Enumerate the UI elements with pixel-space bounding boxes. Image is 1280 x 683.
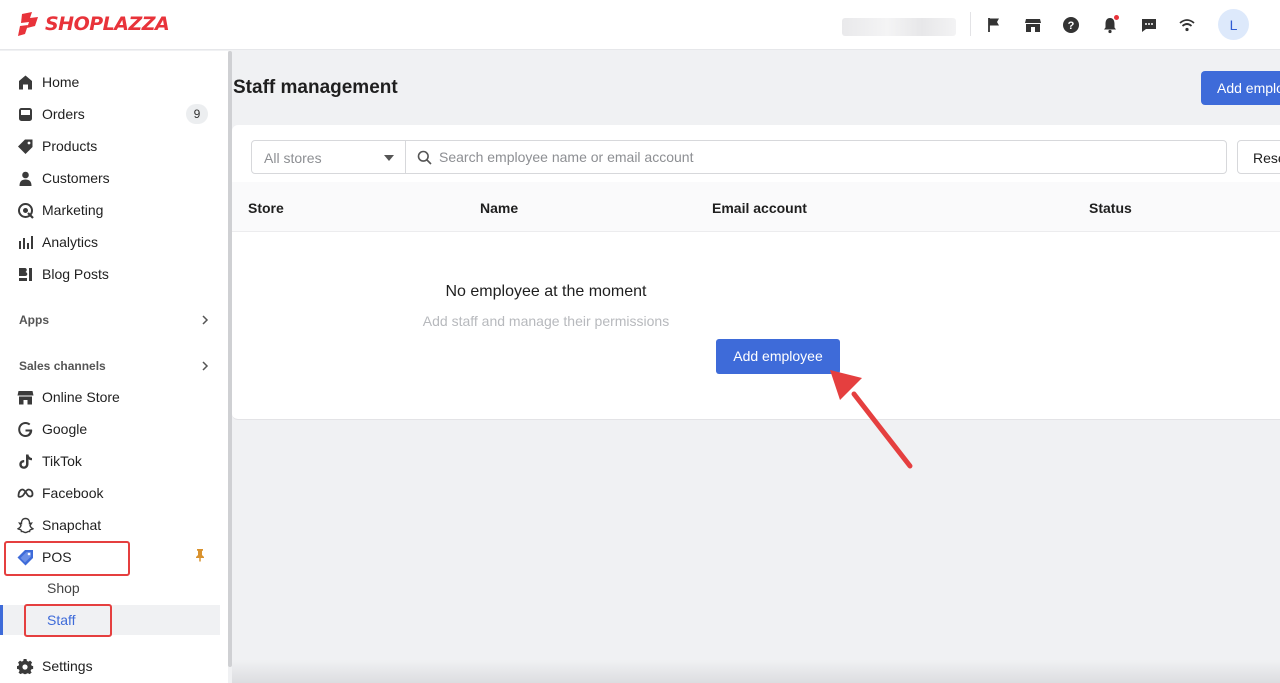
active-indicator bbox=[0, 605, 3, 635]
wifi-icon[interactable] bbox=[1175, 13, 1199, 37]
bell-icon[interactable] bbox=[1098, 13, 1122, 37]
sidebar-item-online-store[interactable]: Online Store bbox=[0, 382, 220, 412]
brand-name: SHOPLAZZA bbox=[45, 13, 170, 35]
sidebar-item-label: Orders bbox=[42, 106, 85, 122]
meta-icon bbox=[16, 484, 34, 502]
tiktok-icon bbox=[16, 452, 34, 470]
sidebar-item-blog-posts[interactable]: Blog Posts bbox=[0, 259, 220, 289]
store-select-value: All stores bbox=[264, 150, 322, 166]
sidebar-item-home[interactable]: Home bbox=[0, 67, 220, 97]
user-avatar[interactable]: L bbox=[1218, 9, 1249, 40]
sidebar-item-orders[interactable]: Orders 9 bbox=[0, 99, 220, 129]
sidebar-item-label: Online Store bbox=[42, 389, 120, 405]
person-icon bbox=[16, 169, 34, 187]
sidebar-item-label: Home bbox=[42, 74, 80, 90]
analytics-icon bbox=[16, 233, 34, 251]
store-name-blurred[interactable] bbox=[842, 18, 956, 36]
svg-text:?: ? bbox=[1068, 20, 1075, 32]
table-header: Store Name Email account Status bbox=[232, 182, 1280, 232]
tag-icon bbox=[16, 137, 34, 155]
sidebar-subitem-label: Shop bbox=[47, 580, 80, 596]
reset-button[interactable]: Reset bbox=[1237, 140, 1280, 174]
sidebar-item-tiktok[interactable]: TikTok bbox=[0, 446, 220, 476]
pin-icon[interactable] bbox=[193, 548, 207, 562]
gear-icon bbox=[16, 657, 34, 675]
add-employee-header-button[interactable]: Add employee bbox=[1201, 71, 1280, 105]
highlight-box-pos bbox=[4, 541, 130, 576]
sidebar-item-label: Customers bbox=[42, 170, 110, 186]
content-bottom-shadow bbox=[232, 660, 1280, 683]
snapchat-icon bbox=[16, 516, 34, 534]
caret-down-icon bbox=[384, 155, 394, 161]
chevron-right-icon[interactable] bbox=[199, 360, 211, 372]
logo-icon bbox=[18, 12, 38, 36]
sidebar-item-label: TikTok bbox=[42, 453, 82, 469]
top-bar: SHOPLAZZA ? L bbox=[0, 0, 1280, 50]
sidebar: Home Orders 9 Products Customers Marketi… bbox=[0, 51, 228, 683]
orders-icon bbox=[16, 105, 34, 123]
marketing-icon bbox=[16, 201, 34, 219]
store-select[interactable]: All stores bbox=[251, 140, 406, 174]
chat-icon[interactable] bbox=[1137, 13, 1161, 37]
sidebar-item-label: Settings bbox=[42, 658, 93, 674]
column-header-store: Store bbox=[248, 200, 284, 216]
notification-dot bbox=[1114, 15, 1119, 20]
google-icon bbox=[16, 420, 34, 438]
column-header-status: Status bbox=[1089, 200, 1132, 216]
sidebar-item-label: Marketing bbox=[42, 202, 104, 218]
search-field[interactable] bbox=[405, 140, 1227, 174]
empty-state-subtitle-text: Add staff and manage their permissions bbox=[422, 313, 670, 329]
sidebar-item-snapchat[interactable]: Snapchat bbox=[0, 510, 220, 540]
apps-section-label[interactable]: Apps bbox=[19, 313, 49, 327]
sidebar-item-label: Products bbox=[42, 138, 98, 154]
highlight-box-staff bbox=[24, 604, 112, 637]
sales-channels-section-label[interactable]: Sales channels bbox=[19, 359, 106, 373]
empty-state-title: No employee at the moment bbox=[232, 283, 1280, 301]
sidebar-item-label: Analytics bbox=[42, 234, 99, 250]
annotation-arrow bbox=[830, 370, 913, 469]
topbar-divider bbox=[970, 12, 971, 36]
sidebar-subitem-shop[interactable]: Shop bbox=[0, 573, 220, 603]
shoplazza-logo[interactable]: SHOPLAZZA bbox=[18, 10, 170, 38]
empty-state-title-text: No employee at the moment bbox=[445, 283, 647, 300]
orders-count-badge: 9 bbox=[186, 104, 208, 124]
flag-icon[interactable] bbox=[982, 13, 1006, 37]
search-input[interactable] bbox=[439, 142, 1219, 172]
sidebar-item-label: Snapchat bbox=[42, 517, 102, 533]
empty-state-subtitle: Add staff and manage their permissions bbox=[232, 313, 1280, 329]
home-icon bbox=[16, 73, 34, 91]
sidebar-item-facebook[interactable]: Facebook bbox=[0, 478, 220, 508]
sidebar-item-products[interactable]: Products bbox=[0, 131, 220, 161]
sidebar-item-marketing[interactable]: Marketing bbox=[0, 195, 220, 225]
blog-icon bbox=[16, 265, 34, 283]
page-title: Staff management bbox=[233, 77, 398, 98]
column-header-email: Email account bbox=[712, 200, 807, 216]
help-icon[interactable]: ? bbox=[1059, 13, 1083, 37]
sidebar-item-label: Facebook bbox=[42, 485, 104, 501]
column-header-name: Name bbox=[480, 200, 519, 216]
sidebar-item-label: Google bbox=[42, 421, 88, 437]
sidebar-item-google[interactable]: Google bbox=[0, 414, 220, 444]
sidebar-item-analytics[interactable]: Analytics bbox=[0, 227, 220, 257]
sidebar-item-label: Blog Posts bbox=[42, 266, 109, 282]
sidebar-item-customers[interactable]: Customers bbox=[0, 163, 220, 193]
store-icon[interactable] bbox=[1021, 13, 1045, 37]
sidebar-item-settings[interactable]: Settings bbox=[0, 651, 220, 681]
search-icon bbox=[417, 150, 432, 165]
chevron-right-icon[interactable] bbox=[199, 314, 211, 326]
store-icon bbox=[16, 388, 34, 406]
